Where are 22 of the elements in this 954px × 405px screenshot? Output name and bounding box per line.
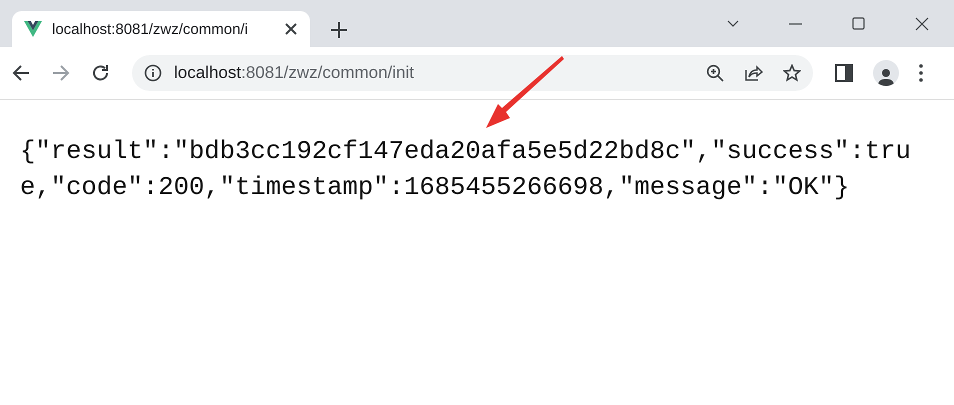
vue-logo-icon bbox=[24, 21, 42, 37]
info-icon[interactable] bbox=[144, 64, 162, 82]
star-icon[interactable] bbox=[783, 64, 801, 82]
close-icon[interactable] bbox=[284, 22, 298, 36]
menu-icon[interactable] bbox=[919, 64, 923, 82]
forward-icon[interactable] bbox=[52, 64, 70, 82]
back-icon[interactable] bbox=[12, 64, 30, 82]
json-response-text: {"result":"bdb3cc192cf147eda20afa5e5d22bd8c","success":true,"code":200,"timestamp":1685455266698,"message":"OK"} bbox=[20, 136, 912, 204]
browser-tab[interactable]: localhost:8081/zwz/common/i bbox=[12, 11, 310, 47]
url-text: localhost:8081/zwz/common/init bbox=[174, 63, 416, 83]
maximize-icon[interactable] bbox=[852, 17, 865, 30]
reload-icon[interactable] bbox=[92, 64, 110, 82]
minimize-icon[interactable] bbox=[789, 22, 802, 24]
tab-search-icon[interactable] bbox=[727, 20, 739, 27]
zoom-in-icon[interactable] bbox=[706, 64, 724, 82]
tab-title: localhost:8081/zwz/common/i bbox=[52, 20, 249, 38]
profile-avatar-icon[interactable] bbox=[873, 60, 899, 86]
side-panel-icon[interactable] bbox=[835, 64, 853, 82]
address-bar[interactable]: localhost:8081/zwz/common/init bbox=[132, 55, 813, 91]
new-tab-icon[interactable] bbox=[330, 21, 348, 39]
share-icon[interactable] bbox=[744, 64, 763, 82]
close-icon[interactable] bbox=[915, 16, 929, 30]
